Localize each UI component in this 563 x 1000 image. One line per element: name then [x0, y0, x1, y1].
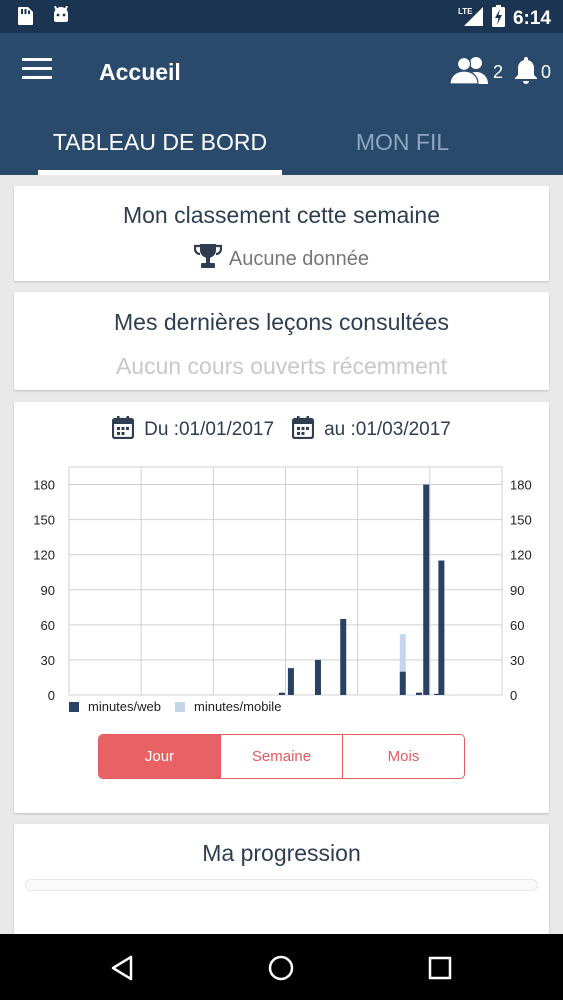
bar-web — [278, 692, 285, 695]
back-icon — [111, 955, 133, 981]
y-tick-label-left: 180 — [33, 478, 55, 493]
lte-signal-icon: LTE — [458, 5, 484, 32]
y-tick-label-left: 30 — [41, 653, 55, 668]
notifications-count: 0 — [540, 62, 551, 82]
bar-web — [340, 619, 347, 695]
legend-label-web: minutes/web — [88, 699, 161, 714]
bar-web — [416, 692, 423, 695]
period-day-button[interactable]: Jour — [99, 735, 221, 778]
ranking-message: Aucune donnée — [228, 247, 370, 270]
users-button[interactable]: 2 — [449, 56, 503, 89]
notifications-button[interactable]: 0 — [513, 55, 551, 90]
period-month-button[interactable]: Mois — [343, 735, 464, 778]
app-bar: Accueil 2 0 — [0, 33, 563, 110]
lessons-title: Mes dernières leçons consultées — [114, 309, 449, 335]
ranking-card: Mon classement cette semaine Aucune donn… — [14, 186, 549, 281]
progress-bar — [25, 879, 538, 891]
recents-icon — [428, 956, 452, 980]
android-icon — [52, 5, 70, 31]
y-tick-label-right: 150 — [510, 513, 532, 528]
progress-card: Ma progression — [14, 824, 549, 944]
status-bar: LTE 6:14 — [0, 0, 563, 33]
y-tick-label-right: 60 — [510, 618, 524, 633]
legend-label-mobile: minutes/mobile — [194, 699, 281, 714]
y-tick-label-left: 0 — [48, 688, 55, 703]
users-count: 2 — [492, 62, 503, 82]
date-from-picker[interactable]: Du :01/01/2017 — [112, 415, 274, 445]
period-selector: Jour Semaine Mois — [98, 734, 465, 779]
home-icon — [268, 955, 294, 981]
date-to-picker[interactable]: au :01/03/2017 — [291, 415, 451, 445]
date-to-label: au :01/03/2017 — [324, 419, 451, 440]
network-type: LTE — [458, 7, 473, 16]
users-icon — [449, 56, 491, 89]
y-tick-label-left: 120 — [33, 548, 55, 563]
bar-mobile — [399, 634, 406, 672]
tab-my-feed[interactable]: MON FIL — [300, 110, 505, 175]
ranking-title: Mon classement cette semaine — [122, 202, 441, 228]
y-tick-label-right: 180 — [510, 478, 532, 493]
calendar-icon — [291, 415, 315, 445]
bell-icon — [513, 55, 539, 90]
back-button[interactable] — [108, 953, 138, 983]
recents-button[interactable] — [425, 953, 455, 983]
activity-card: Du :01/01/2017 au :01/03/2017 0 0 30 30 60 60… — [14, 402, 549, 813]
calendar-icon — [112, 415, 135, 445]
page-title: Accueil — [99, 59, 181, 85]
y-tick-label-left: 60 — [41, 618, 55, 633]
menu-button[interactable] — [22, 58, 52, 84]
lessons-empty-message: Aucun cours ouverts récemment — [115, 353, 448, 379]
system-nav-bar — [0, 934, 563, 1000]
tab-bar: TABLEAU DE BORD MON FIL — [0, 110, 563, 175]
battery-charging-icon — [491, 5, 505, 32]
y-tick-label-right: 0 — [510, 688, 517, 703]
bar-web — [287, 668, 294, 695]
clock: 6:14 — [512, 7, 551, 29]
y-tick-label-left: 150 — [33, 513, 55, 528]
trophy-icon — [193, 243, 223, 275]
legend-swatch-mobile — [175, 702, 185, 712]
progress-title: Ma progression — [202, 840, 361, 866]
legend-swatch-web — [69, 702, 79, 712]
home-button[interactable] — [266, 953, 296, 983]
y-tick-label-right: 30 — [510, 653, 524, 668]
date-from-label: Du :01/01/2017 — [144, 419, 275, 440]
y-tick-label-left: 90 — [41, 583, 55, 598]
sd-card-icon — [16, 6, 34, 31]
y-tick-label-right: 120 — [510, 548, 532, 563]
bar-web — [314, 659, 321, 695]
bar-web — [399, 671, 406, 695]
bar-web — [438, 560, 445, 695]
activity-chart: 0 0 30 30 60 60 90 90 120 120 150 150 180 180 minutes/… — [33, 466, 532, 714]
period-week-button[interactable]: Semaine — [221, 735, 343, 778]
tab-dashboard[interactable]: TABLEAU DE BORD — [38, 110, 282, 175]
bar-web — [423, 484, 430, 695]
y-tick-label-right: 90 — [510, 583, 524, 598]
lessons-card: Mes dernières leçons consultées Aucun co… — [14, 292, 549, 390]
